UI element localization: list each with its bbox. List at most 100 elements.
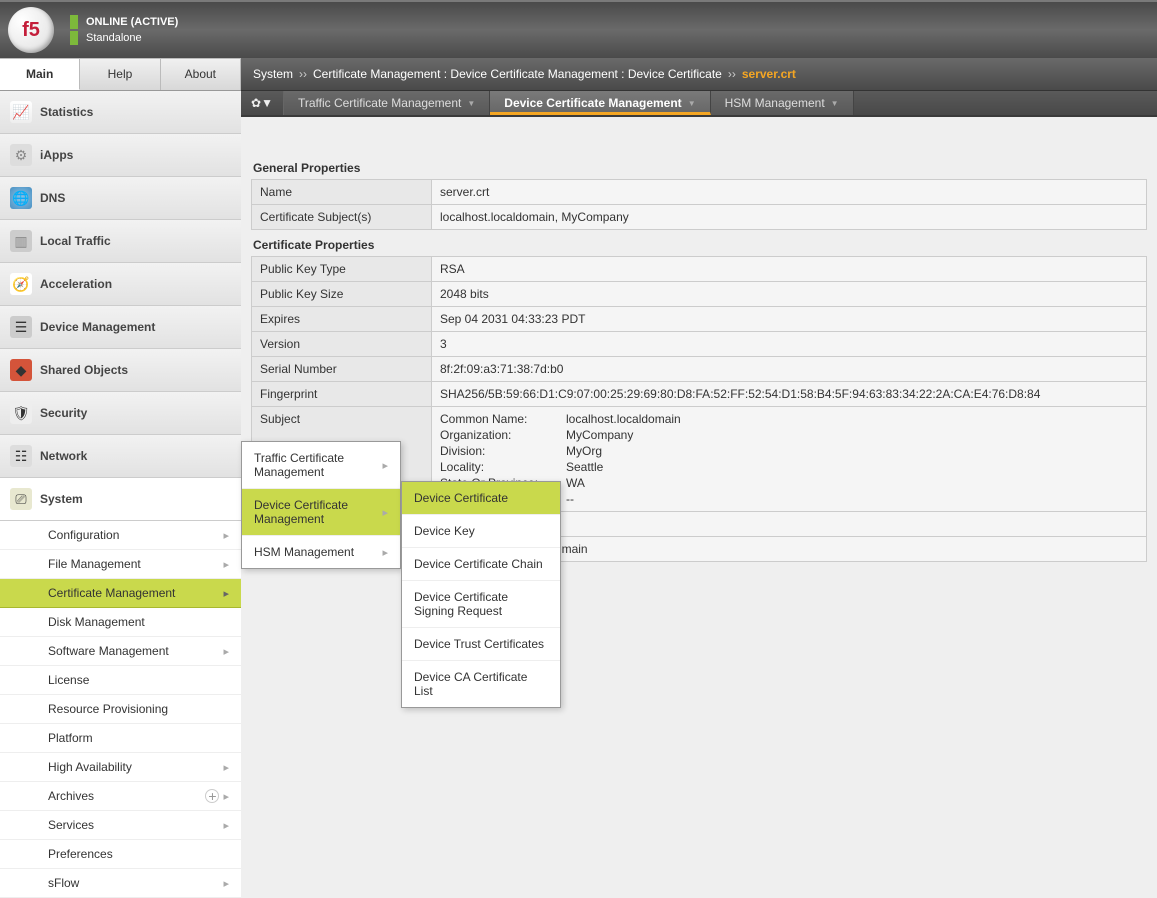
chevron-down-icon: ▼ [831, 99, 839, 108]
flyout-item[interactable]: Device Certificate Chain [402, 548, 560, 581]
toolbar-tab-label: HSM Management [725, 96, 825, 110]
breadcrumb-path[interactable]: Certificate Management : Device Certific… [313, 67, 722, 81]
system-sub-item[interactable]: File Management▸ [0, 550, 241, 579]
shield-icon: 🛡 [10, 402, 32, 424]
flyout-item-label: Device CA Certificate List [414, 670, 548, 698]
nav-label: Security [40, 406, 87, 420]
chart-icon: 📈 [10, 101, 32, 123]
prop-value: RSA [432, 257, 1147, 282]
nav-dns[interactable]: 🌐 DNS [0, 177, 241, 220]
prop-value: server.crt [432, 180, 1147, 205]
flyout-item[interactable]: Device Certificate Management▸ [242, 489, 400, 536]
flyout-item-label: Device Certificate Signing Request [414, 590, 548, 618]
chevron-down-icon: ▼ [467, 99, 475, 108]
system-sub-item[interactable]: sFlow ▸ [0, 869, 241, 898]
nav-label: Network [40, 449, 87, 463]
nav-device-management[interactable]: ☰ Device Management [0, 306, 241, 349]
sub-item-label: Certificate Management [48, 586, 175, 600]
sub-item-label: Archives [48, 789, 94, 803]
subject-field-value: -- [566, 492, 1138, 506]
tab-help[interactable]: Help [80, 58, 160, 90]
flyout-item-label: Device Trust Certificates [414, 637, 544, 651]
chevron-down-icon: ▼ [688, 99, 696, 108]
subject-field-label: Common Name: [440, 412, 560, 426]
device-cert-flyout: Device Certificate Device Key Device Certi… [401, 481, 561, 708]
plus-icon[interactable]: + [205, 789, 219, 803]
sidebar: 📈 Statistics ⚙ iApps 🌐 DNS ▥ Local Traff… [0, 91, 241, 898]
prop-label: Name [252, 180, 432, 205]
tab-main[interactable]: Main [0, 58, 80, 90]
system-sub-item[interactable]: Services▸ [0, 811, 241, 840]
nav-acceleration[interactable]: 🧭 Acceleration [0, 263, 241, 306]
nav-label: Local Traffic [40, 234, 111, 248]
system-sub-item[interactable]: Resource Provisioning [0, 695, 241, 724]
flyout-item-label: Device Certificate Chain [414, 557, 543, 571]
nav-label: System [40, 492, 83, 506]
sub-item-label: Preferences [48, 847, 113, 861]
subject-field-value: Seattle [566, 460, 1138, 474]
sub-item-label: High Availability [48, 760, 132, 774]
general-properties-table: Name server.crt Certificate Subject(s) l… [251, 179, 1147, 230]
flyout-item[interactable]: Traffic Certificate Management▸ [242, 442, 400, 489]
chevron-right-icon: ▸ [223, 877, 229, 890]
chevron-right-icon: ▸ [382, 459, 388, 472]
toolbar-tab-traffic-cert[interactable]: Traffic Certificate Management▼ [284, 91, 490, 115]
sub-item-label: Resource Provisioning [48, 702, 168, 716]
system-sub-item[interactable]: High Availability▸ [0, 753, 241, 782]
gauge-icon: 🧭 [10, 273, 32, 295]
system-sub-item[interactable]: Disk Management [0, 608, 241, 637]
subject-field-label: Locality: [440, 460, 560, 474]
subject-field-value: WA [566, 476, 1138, 490]
system-sub-item[interactable]: Configuration ▸ [0, 521, 241, 550]
flyout-item[interactable]: Device Certificate [402, 482, 560, 515]
nav-shared-objects[interactable]: ◆ Shared Objects [0, 349, 241, 392]
drive-icon: ☰ [10, 316, 32, 338]
nav-iapps[interactable]: ⚙ iApps [0, 134, 241, 177]
prop-value: localhost.localdomain, MyCompany [432, 205, 1147, 230]
breadcrumb-current: server.crt [742, 67, 796, 81]
flyout-item[interactable]: Device Certificate Signing Request [402, 581, 560, 628]
toolbar-tab-device-cert[interactable]: Device Certificate Management▼ [490, 91, 710, 115]
nav-system[interactable]: ⎚ System [0, 478, 241, 521]
nav-local-traffic[interactable]: ▥ Local Traffic [0, 220, 241, 263]
prop-value: 2048 bits [432, 282, 1147, 307]
gear-icon: ⚙ [10, 144, 32, 166]
flyout-item[interactable]: Device CA Certificate List [402, 661, 560, 707]
system-sub-item[interactable]: Archives+▸ [0, 782, 241, 811]
nav-label: Statistics [40, 105, 93, 119]
sub-item-label: License [48, 673, 89, 687]
sub-item-label: sFlow [48, 876, 79, 890]
status-block: ONLINE (ACTIVE) Standalone [70, 13, 178, 47]
flyout-item-label: Device Key [414, 524, 475, 538]
sub-item-label: Disk Management [48, 615, 145, 629]
nav-label: Device Management [40, 320, 155, 334]
chevron-right-icon: ▸ [223, 529, 229, 542]
chevron-right-icon: ▸ [223, 819, 229, 832]
breadcrumb-sep: ›› [299, 67, 307, 81]
toolbar-gear-button[interactable]: ✿▼ [241, 91, 284, 115]
system-sub-item[interactable]: Software Management▸ [0, 637, 241, 666]
nav-network[interactable]: ☷ Network [0, 435, 241, 478]
nav-security[interactable]: 🛡 Security [0, 392, 241, 435]
prop-label: Serial Number [252, 357, 432, 382]
system-icon: ⎚ [10, 488, 32, 510]
prop-label: Certificate Subject(s) [252, 205, 432, 230]
breadcrumb-root[interactable]: System [253, 67, 293, 81]
chevron-right-icon: ▸ [223, 558, 229, 571]
tab-about[interactable]: About [161, 58, 241, 90]
prop-value: 8f:2f:09:a3:71:38:7d:b0 [432, 357, 1147, 382]
nav-statistics[interactable]: 📈 Statistics [0, 91, 241, 134]
subject-field-value: MyOrg [566, 444, 1138, 458]
flyout-item[interactable]: Device Key [402, 515, 560, 548]
system-sub-item[interactable]: License [0, 666, 241, 695]
flyout-item[interactable]: Device Trust Certificates [402, 628, 560, 661]
sub-item-label: Configuration [48, 528, 119, 542]
system-sub-item[interactable]: Preferences [0, 840, 241, 869]
subject-field-label: Division: [440, 444, 560, 458]
toolbar-tab-hsm[interactable]: HSM Management ▼ [711, 91, 854, 115]
flyout-item-label: Traffic Certificate Management [254, 451, 382, 479]
flyout-item[interactable]: HSM Management▸ [242, 536, 400, 568]
system-sub-item[interactable]: Platform [0, 724, 241, 753]
server-icon: ▥ [10, 230, 32, 252]
system-sub-item[interactable]: Certificate Management▸ [0, 579, 241, 608]
